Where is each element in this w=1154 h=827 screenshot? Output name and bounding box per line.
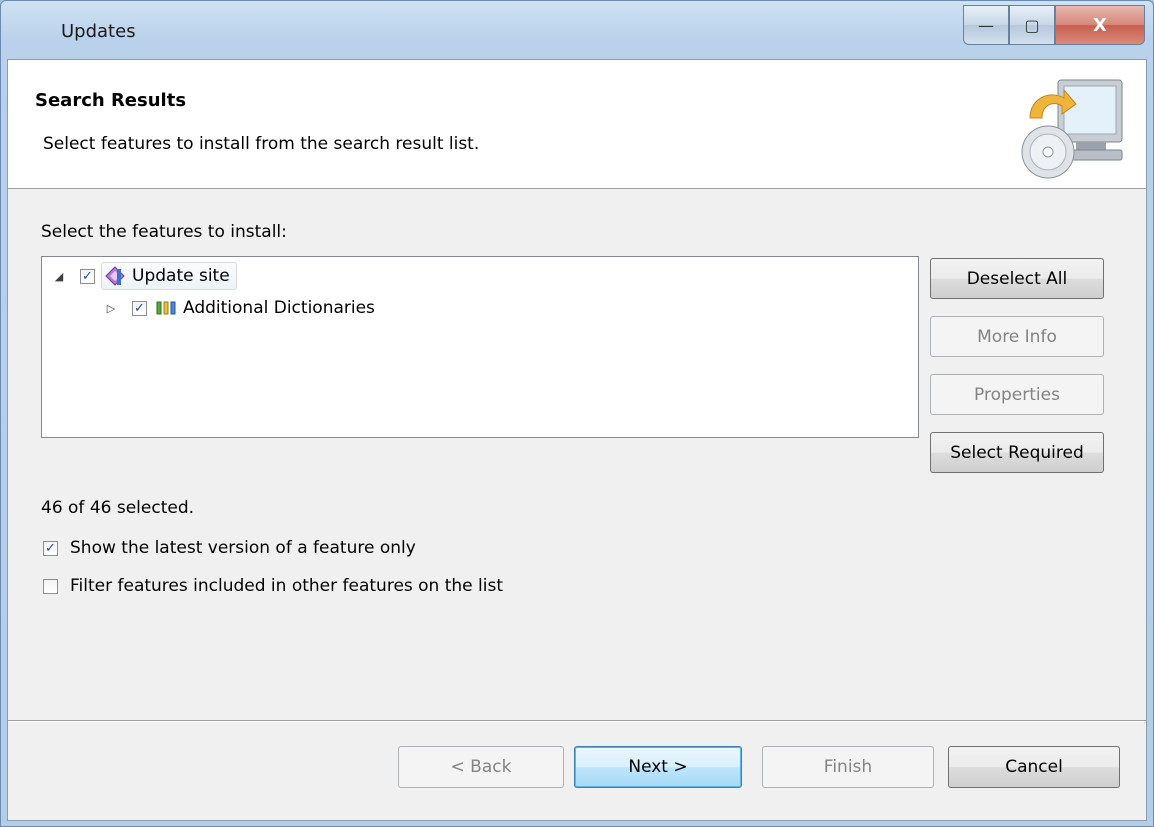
close-button[interactable]: X xyxy=(1055,5,1145,45)
window-title: Updates xyxy=(61,21,136,42)
maximize-button[interactable]: ▢ xyxy=(1009,5,1055,45)
tree-collapsed-icon[interactable]: ▷ xyxy=(102,302,120,315)
install-update-icon xyxy=(1021,79,1123,179)
deselect-all-button[interactable]: Deselect All xyxy=(930,258,1104,299)
filter-included-label: Filter features included in other featur… xyxy=(70,576,504,596)
finish-button[interactable]: Finish xyxy=(762,746,934,788)
latest-version-option[interactable]: ✓ Show the latest version of a feature o… xyxy=(43,538,416,558)
minimize-icon: — xyxy=(978,15,994,35)
tree-item-label: Update site xyxy=(132,266,230,286)
filter-included-checkbox[interactable] xyxy=(43,578,58,594)
updates-window: Updates — ▢ X Search Results Select feat… xyxy=(0,0,1154,827)
page-description: Select features to install from the sear… xyxy=(43,134,480,154)
update-site-icon xyxy=(105,266,125,286)
more-info-button[interactable]: More Info xyxy=(930,316,1104,357)
properties-button[interactable]: Properties xyxy=(930,374,1104,415)
dialog-body: Search Results Select features to instal… xyxy=(7,59,1147,821)
filter-included-option[interactable]: Filter features included in other featur… xyxy=(43,576,503,596)
additional-dictionaries-checkbox[interactable]: ✓ xyxy=(132,300,147,316)
tree-item-update-site[interactable]: ◢ ✓ Update site xyxy=(50,261,237,291)
latest-version-checkbox[interactable]: ✓ xyxy=(43,540,58,556)
window-controls: — ▢ X xyxy=(963,5,1145,45)
features-tree[interactable]: ◢ ✓ Update site ▷ ✓ Additional Dictionar… xyxy=(41,256,919,438)
page-title: Search Results xyxy=(35,90,187,111)
title-bar[interactable]: Updates — ▢ X xyxy=(1,1,1154,59)
tree-expanded-icon[interactable]: ◢ xyxy=(50,270,68,283)
tree-item-selected[interactable]: Update site xyxy=(101,262,237,290)
features-label: Select the features to install: xyxy=(41,222,287,242)
latest-version-label: Show the latest version of a feature onl… xyxy=(70,538,416,558)
close-icon: X xyxy=(1093,14,1107,36)
maximize-icon: ▢ xyxy=(1024,15,1040,35)
tree-item-additional-dictionaries[interactable]: ▷ ✓ Additional Dictionaries xyxy=(102,293,375,323)
cancel-button[interactable]: Cancel xyxy=(948,746,1120,788)
tree-item-label: Additional Dictionaries xyxy=(183,298,375,318)
selection-count: 46 of 46 selected. xyxy=(41,498,195,518)
feature-icon xyxy=(156,301,176,315)
minimize-button[interactable]: — xyxy=(963,5,1009,45)
select-required-button[interactable]: Select Required xyxy=(930,432,1104,473)
update-site-checkbox[interactable]: ✓ xyxy=(80,268,95,284)
next-button[interactable]: Next > xyxy=(574,746,742,788)
back-button[interactable]: < Back xyxy=(398,746,564,788)
wizard-header: Search Results Select features to instal… xyxy=(8,60,1146,189)
footer-separator xyxy=(8,720,1146,722)
